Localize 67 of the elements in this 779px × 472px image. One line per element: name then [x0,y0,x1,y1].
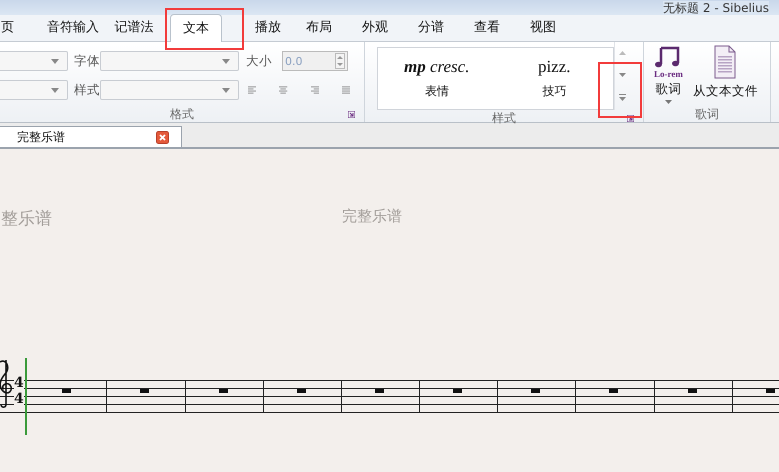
bar-rest[interactable] [609,389,618,393]
ribbon-tab[interactable]: 播放 [245,14,291,41]
ribbon-tab[interactable]: 文本 [170,14,222,42]
lyrics-note-icon: Lo-rem [654,45,683,79]
bar-line [732,380,733,413]
ribbon-button[interactable]: 从文本文件 [692,45,758,106]
group-label: 歌词 [695,106,719,122]
caret-icon [51,88,59,92]
bar-rest[interactable] [531,389,540,393]
caret-icon [222,58,230,64]
ribbon-tab[interactable]: 查看 [459,14,515,41]
bar-rest[interactable] [688,389,697,393]
bar-rest[interactable] [297,389,306,393]
align-right-icon[interactable] [310,85,319,95]
bar-rest[interactable] [219,389,228,393]
bar-rest[interactable] [766,389,775,393]
caret-icon [51,58,59,64]
size-value: 0.0 [285,54,302,68]
caret-icon [664,100,672,104]
ribbon-tab[interactable]: 外观 [347,14,403,41]
dialog-launcher-icon [627,115,634,122]
ribbon-tab[interactable]: 记谱法 [108,14,160,41]
bar-line [341,380,342,413]
bar-rest[interactable] [453,389,462,393]
score-title: 完整乐谱 [342,207,402,227]
highlight-frame [598,62,642,118]
bar-line [419,380,420,413]
ribbon-tab[interactable]: 页 [1,14,15,41]
field-label: 样式 [73,82,100,98]
ribbon-tab[interactable]: 分谱 [403,14,459,41]
field-label: 大小 [245,52,273,70]
ribbon-tab[interactable]: 布局 [291,14,347,41]
group-label: 样式 [492,110,516,126]
score-title: 整乐谱 [1,208,52,230]
bar-line [575,380,576,413]
dropdown[interactable] [0,80,68,100]
caret-icon [222,88,230,92]
dialog-launcher-icon [348,111,355,118]
field-label: 字体 [73,52,100,70]
document-tab[interactable]: 完整乐谱 [0,126,182,147]
gallery-item[interactable]: mp cresc. 表情 [378,48,496,109]
time-signature: 4 4 [14,376,24,408]
ribbon-tab[interactable]: 音符输入 [38,14,108,41]
justify-icon[interactable] [342,85,350,95]
bar-line [497,380,498,413]
bar-rest[interactable] [62,389,71,393]
bar-rest[interactable] [375,389,384,393]
window-title: 无标题 2 - Sibelius [663,1,769,15]
treble-clef-icon [0,359,12,408]
gallery-item[interactable]: pizz. 技巧 [496,48,613,109]
bar-line [106,380,107,413]
align-left-icon[interactable] [248,85,256,95]
bar-rest[interactable] [140,389,149,393]
dropdown[interactable] [100,80,239,100]
music-note-icon [655,45,682,69]
close-icon[interactable] [156,130,169,144]
spin-arrows-icon [335,53,345,69]
ribbon-button[interactable]: Lo-rem 歌词 [654,45,683,106]
dropdown[interactable] [100,51,239,71]
document-icon [714,45,736,79]
group-label: 格式 [170,106,194,122]
dropdown[interactable] [0,51,68,71]
bar-line [185,380,186,413]
ribbon-tab[interactable]: 视图 [515,14,571,41]
bar-line [263,380,264,413]
bar-line [654,380,655,413]
align-center-icon[interactable] [279,85,288,95]
